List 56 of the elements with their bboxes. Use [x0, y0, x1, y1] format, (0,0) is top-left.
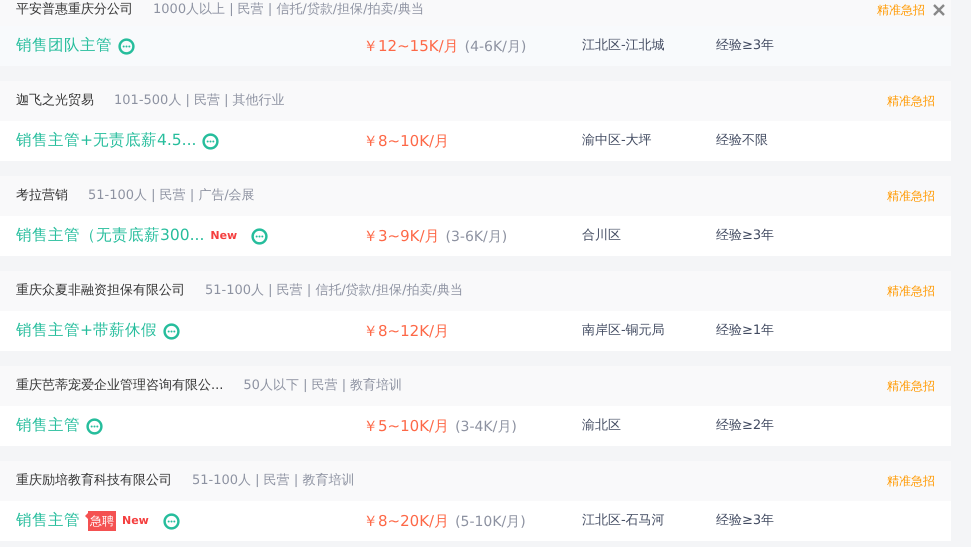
salary: ￥8~10K/月: [363, 132, 450, 150]
company-name: 重庆众夏非融资担保有限公司: [16, 282, 185, 300]
job-title-link[interactable]: 销售主管（无责底薪300...: [16, 224, 204, 248]
job-title-link[interactable]: 销售主管+带薪休假: [16, 319, 157, 343]
job-location: 渝中区-大坪: [582, 132, 653, 150]
company-name: 平安普惠重庆分公司: [16, 0, 133, 19]
company-name: 重庆励培教育科技有限公司: [16, 472, 172, 490]
salary: ￥8~12K/月: [363, 322, 450, 340]
salary-note: (3-6K/月): [446, 229, 508, 245]
job-title-link[interactable]: 销售主管: [16, 414, 80, 438]
job-location: 合川区: [582, 227, 622, 246]
chat-icon[interactable]: [118, 38, 135, 54]
company-name: 重庆芭蒂宠爱企业管理咨询有限公...: [16, 377, 224, 396]
promo-link[interactable]: 精准急招: [887, 377, 935, 395]
company-info: 51-100人 | 民营 | 教育培训: [192, 472, 354, 490]
promo-link[interactable]: 精准急招: [887, 472, 935, 490]
job-location: 渝北区: [582, 417, 622, 436]
salary-note: (4-6K/月): [464, 39, 526, 55]
job-location: 南岸区-铜元局: [582, 322, 666, 340]
job-title-link[interactable]: 销售团队主管: [16, 34, 112, 58]
salary: ￥8~20K/月: [363, 512, 450, 530]
chat-icon[interactable]: [251, 228, 268, 244]
promo-link[interactable]: 精准急招: [887, 187, 935, 205]
salary-note: (3-4K/月): [455, 419, 517, 435]
experience-requirement: 经验不限: [716, 132, 768, 150]
urgent-tag: 急聘: [88, 511, 116, 531]
salary: ￥12~15K/月: [363, 37, 459, 55]
job-location: 江北区-江北城: [582, 37, 666, 56]
experience-requirement: 经验≥3年: [716, 37, 774, 56]
close-icon[interactable]: [933, 4, 945, 16]
salary-note: (5-10K/月): [455, 514, 526, 530]
promo-link[interactable]: 精准急招: [877, 0, 925, 18]
new-label: New: [210, 228, 238, 244]
job-title-link[interactable]: 销售主管+无责底薪4.5...: [16, 129, 196, 153]
company-info: 101-500人 | 民营 | 其他行业: [114, 92, 285, 110]
company-info: 1000人以上 | 民营 | 信托/贷款/担保/拍卖/典当: [153, 0, 424, 19]
company-info: 51-100人 | 民营 | 广告/会展: [88, 187, 255, 206]
company-name: 迦飞之光贸易: [16, 92, 94, 110]
company-info: 50人以下 | 民营 | 教育培训: [243, 376, 402, 396]
chat-icon[interactable]: [86, 418, 103, 434]
chat-icon[interactable]: [163, 322, 180, 340]
company-info: 51-100人 | 民营 | 信托/贷款/担保/拍卖/典当: [205, 282, 463, 300]
experience-requirement: 经验≥2年: [716, 417, 774, 436]
job-title-link[interactable]: 销售主管: [16, 509, 80, 533]
salary: ￥5~10K/月: [363, 417, 450, 435]
experience-requirement: 经验≥1年: [716, 322, 774, 340]
company-name: 考拉营销: [16, 187, 68, 206]
experience-requirement: 经验≥3年: [716, 227, 774, 246]
chat-icon[interactable]: [162, 512, 180, 530]
chat-icon[interactable]: [202, 132, 220, 150]
new-label: New: [122, 512, 149, 529]
job-location: 江北区-石马河: [582, 512, 666, 530]
experience-requirement: 经验≥3年: [716, 512, 774, 530]
promo-link[interactable]: 精准急招: [887, 282, 935, 300]
salary: ￥3~9K/月: [363, 227, 440, 245]
promo-link[interactable]: 精准急招: [887, 92, 935, 110]
